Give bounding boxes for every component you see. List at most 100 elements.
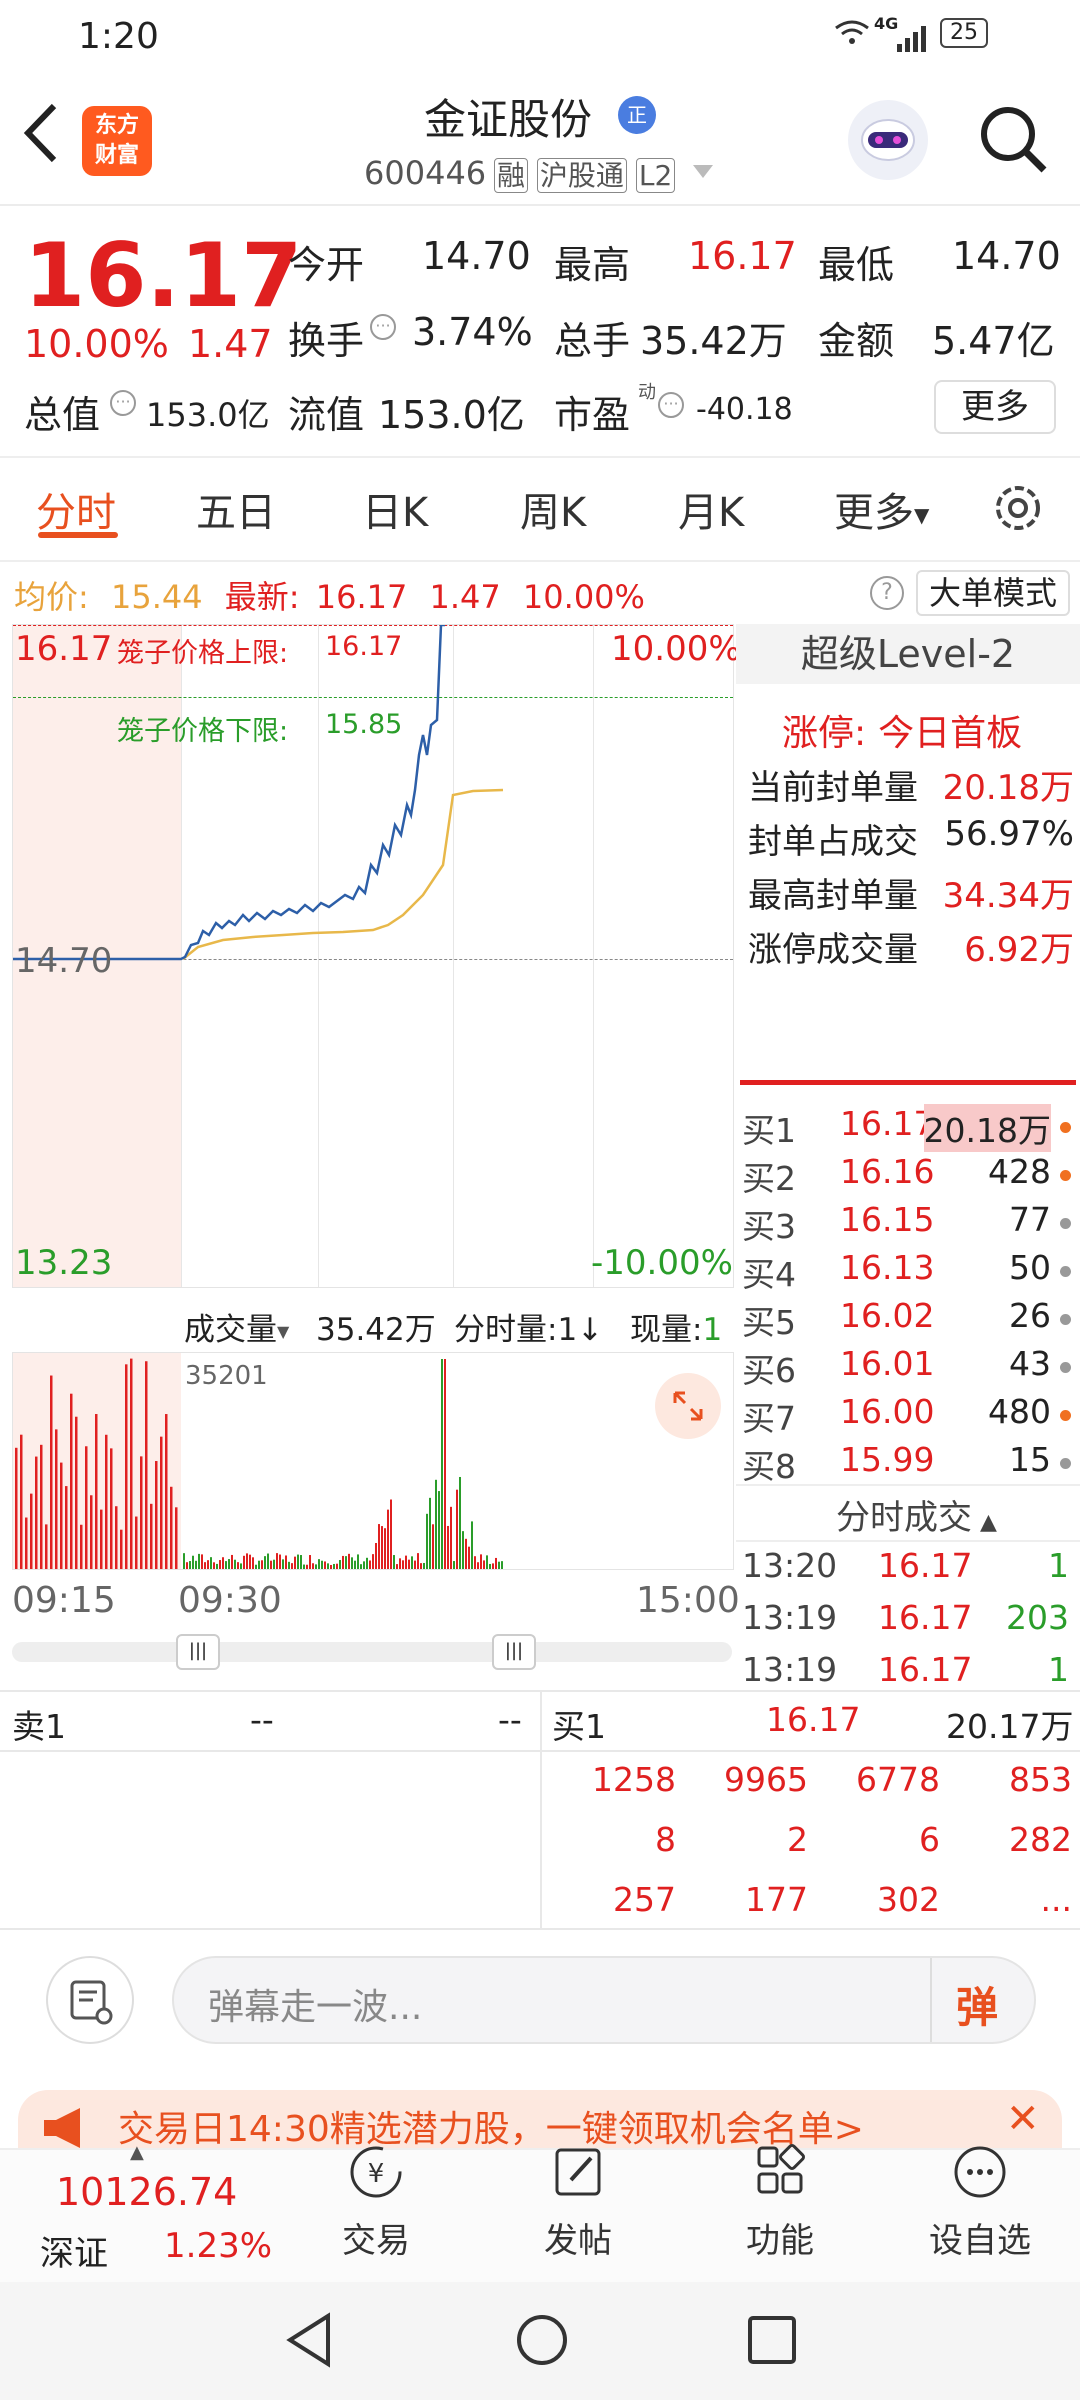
level2-title[interactable]: 超级Level-2 (736, 624, 1080, 684)
info-icon[interactable]: ··· (658, 392, 684, 418)
slider-handle-right[interactable]: ||| (492, 1634, 536, 1670)
bid-row[interactable]: 买1 16.17 20.18万 (740, 1104, 1075, 1152)
volume-bar (198, 1553, 200, 1569)
volume-bar (408, 1559, 410, 1569)
danmu-settings-icon[interactable] (46, 1956, 134, 2044)
system-nav (0, 2282, 1080, 2400)
danmu-send-button[interactable]: 弹 (956, 1974, 998, 2035)
assistant-robot-icon[interactable] (848, 100, 928, 180)
nav-functions[interactable]: 功能 (700, 2140, 860, 2262)
settings-icon[interactable] (990, 480, 1046, 540)
volume-bar (423, 1562, 425, 1569)
close-icon[interactable]: ✕ (1006, 2096, 1040, 2142)
volume-bar (471, 1521, 473, 1569)
more-button[interactable]: 更多 (934, 380, 1056, 434)
range-slider[interactable]: ||| ||| (12, 1634, 732, 1670)
volume-bar (468, 1546, 470, 1569)
volume-bar (474, 1556, 476, 1569)
buy1-label: 买1 (552, 1707, 606, 1746)
nav-post[interactable]: 发帖 (498, 2140, 658, 2262)
volume-bar (342, 1555, 344, 1569)
intraday-chart[interactable]: 16.17 笼子价格上限: 16.17 10.00% 笼子价格下限: 15.85… (12, 624, 741, 1288)
bid-row[interactable]: 买8 15.99 15 (740, 1440, 1075, 1488)
slider-handle-left[interactable]: ||| (176, 1634, 220, 1670)
volume-bar (375, 1542, 377, 1569)
back-icon[interactable] (20, 102, 60, 168)
volume-bar (366, 1557, 368, 1569)
bid-row[interactable]: 买6 16.01 43 (740, 1344, 1075, 1392)
volume-bar (432, 1524, 434, 1569)
ticks-header[interactable]: 分时成交 ▲ (836, 1490, 997, 1539)
bid-row[interactable]: 买7 16.00 480 (740, 1392, 1075, 1440)
help-icon[interactable]: ? (870, 576, 904, 610)
tab-five-day[interactable]: 五日 (196, 480, 276, 538)
volume-unit[interactable]: 分时量:1↓ (454, 1304, 603, 1349)
volume-bar (35, 1456, 38, 1569)
volume-bar (336, 1563, 338, 1569)
tab-week-k[interactable]: 周K (520, 480, 586, 538)
back-nav-icon[interactable] (284, 2312, 334, 2372)
time-open: 09:30 (178, 1580, 282, 1621)
chart-bottom-price: 13.23 (15, 1243, 113, 1283)
queue-cell: 1258 (592, 1760, 676, 1799)
volume-bar (480, 1554, 482, 1569)
volume-bar (414, 1560, 416, 1569)
volume-indicator-selector[interactable]: 成交量▼ (184, 1304, 289, 1349)
volume-bar (492, 1563, 494, 1569)
bid-row[interactable]: 买5 16.02 26 (740, 1296, 1075, 1344)
time-end: 15:00 (636, 1580, 740, 1621)
volume-bar (270, 1560, 272, 1569)
volume-bar (453, 1561, 455, 1569)
volume-bar (420, 1563, 422, 1569)
nav-trade[interactable]: ¥ 交易 (296, 2140, 456, 2262)
dropdown-icon[interactable] (692, 164, 714, 184)
lower-limit-value: 15.85 (325, 709, 403, 740)
volume-bar (384, 1528, 386, 1569)
volume-bar (85, 1446, 88, 1569)
open-label: 今开 (288, 243, 365, 287)
recents-nav-icon[interactable] (746, 2314, 798, 2370)
float-label: 流值 (288, 393, 365, 437)
volume-bar (300, 1555, 302, 1569)
info-icon[interactable]: ··· (110, 390, 136, 416)
volume-bar (489, 1563, 491, 1569)
search-icon[interactable] (978, 104, 1048, 178)
chevron-down-icon: ▼ (277, 1322, 290, 1341)
volume-bar (327, 1563, 329, 1569)
info-icon[interactable]: ··· (370, 314, 396, 340)
volume-bar (399, 1558, 401, 1569)
verified-badge: 正 (618, 96, 656, 134)
queue-cell: 282 (1009, 1820, 1072, 1859)
bid-row[interactable]: 买3 16.15 77 (740, 1200, 1075, 1248)
bid-row[interactable]: 买4 16.13 50 (740, 1248, 1075, 1296)
expand-icon[interactable] (655, 1373, 721, 1439)
clock: 1:20 (78, 16, 159, 57)
order-dot (1060, 1458, 1071, 1469)
queue-cell: 8 (655, 1820, 676, 1859)
big-order-mode-button[interactable]: 大单模式 (916, 570, 1070, 616)
volume-bar (345, 1556, 347, 1569)
nav-add-watchlist[interactable]: 设自选 (900, 2140, 1060, 2262)
tab-fenshi[interactable]: 分时 (36, 480, 116, 538)
home-nav-icon[interactable] (514, 2312, 570, 2372)
danmu-input[interactable]: 弹幕走一波... 弹 (172, 1956, 1036, 2044)
volume-bar (231, 1554, 233, 1569)
divider (0, 560, 1080, 562)
tab-month-k[interactable]: 月K (678, 480, 744, 538)
tab-day-k[interactable]: 日K (362, 480, 428, 538)
app-logo: 东方 财富 (82, 106, 152, 176)
volume-bar (285, 1555, 287, 1569)
lower-limit-label: 笼子价格下限: (117, 716, 289, 747)
volume-bar (222, 1557, 224, 1569)
volume-value: 35.42万 (640, 319, 787, 363)
volume-bar (459, 1476, 461, 1569)
tab-more[interactable]: 更多▼ (834, 480, 929, 538)
volume-bar (303, 1564, 305, 1569)
time-start: 09:15 (12, 1580, 116, 1621)
bid-row[interactable]: 买2 16.16 428 (740, 1152, 1075, 1200)
current-volume: 现量:1 (630, 1312, 723, 1348)
volume-chart[interactable]: 35201 (12, 1352, 734, 1570)
pe-value: -40.18 (696, 392, 793, 427)
index-widget[interactable]: ▲ 10126.74 深证 1.23% (0, 2142, 290, 2280)
volume-bar (258, 1560, 260, 1569)
